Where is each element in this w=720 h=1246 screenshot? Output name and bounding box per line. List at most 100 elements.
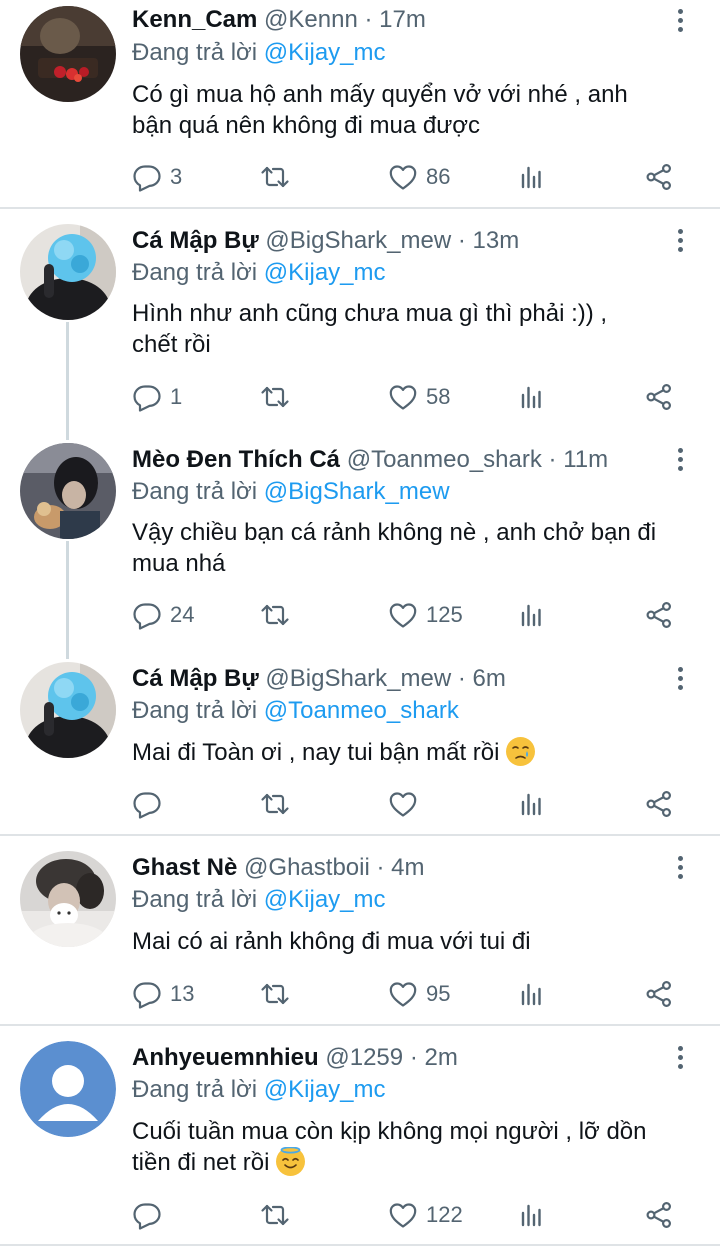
- heart-icon: [388, 979, 418, 1009]
- user-handle[interactable]: @Ghastboii: [244, 854, 370, 881]
- like-count: 86: [426, 164, 451, 189]
- replying-to-label: Đang trả lời: [132, 1076, 258, 1103]
- retweet-icon: [260, 979, 290, 1009]
- replying-to-handle[interactable]: @Kijay_mc: [264, 1076, 386, 1103]
- analytics-button[interactable]: [517, 1198, 547, 1232]
- analytics-button[interactable]: [517, 977, 547, 1011]
- reply-button[interactable]: [132, 1198, 170, 1232]
- display-name[interactable]: Ghast Nè: [132, 854, 237, 881]
- replying-to-label: Đang trả lời: [132, 697, 258, 724]
- replying-to-label: Đang trả lời: [132, 478, 258, 505]
- heart-icon: [388, 162, 418, 192]
- tweet[interactable]: Ghast Nè @Ghastboii · 4m Đang trả lời @K…: [0, 835, 720, 1024]
- retweet-icon: [260, 1200, 290, 1230]
- reply-count: 3: [170, 164, 183, 189]
- like-button[interactable]: [388, 787, 426, 821]
- user-handle[interactable]: @BigShark_mew: [265, 665, 451, 692]
- like-button[interactable]: 122: [388, 1198, 463, 1232]
- replying-to-handle[interactable]: @Toanmeo_shark: [264, 697, 459, 724]
- reply-count: 13: [170, 981, 195, 1006]
- divider: [0, 1244, 720, 1246]
- reply-icon: [132, 789, 162, 819]
- share-button[interactable]: [644, 977, 674, 1011]
- like-button[interactable]: 86: [388, 160, 450, 194]
- share-button[interactable]: [644, 1198, 674, 1232]
- timestamp[interactable]: 11m: [563, 446, 608, 473]
- reply-icon: [132, 382, 162, 412]
- tweet-actions: 122: [132, 1198, 692, 1232]
- timestamp[interactable]: 4m: [391, 854, 424, 881]
- user-handle[interactable]: @BigShark_mew: [265, 227, 451, 254]
- display-name[interactable]: Kenn_Cam: [132, 6, 257, 33]
- replying-to-handle[interactable]: @Kijay_mc: [264, 259, 386, 286]
- timestamp[interactable]: 2m: [424, 1044, 457, 1071]
- analytics-icon: [517, 979, 547, 1009]
- retweet-button[interactable]: [260, 380, 290, 414]
- avatar[interactable]: [20, 1041, 116, 1137]
- analytics-button[interactable]: [517, 380, 547, 414]
- replying-to-label: Đang trả lời: [132, 39, 258, 66]
- more-vertical-icon[interactable]: [670, 226, 690, 256]
- user-handle[interactable]: @Toanmeo_shark: [347, 446, 542, 473]
- analytics-button[interactable]: [517, 787, 547, 821]
- smiling-face-with-halo-emoji: [276, 1146, 306, 1176]
- analytics-button[interactable]: [517, 598, 547, 632]
- retweet-button[interactable]: [260, 160, 290, 194]
- separator-dot: ·: [364, 6, 373, 33]
- tweet[interactable]: Kenn_Cam @Kennn · 17m Đang trả lời @Kija…: [0, 0, 720, 208]
- like-button[interactable]: 125: [388, 598, 463, 632]
- avatar[interactable]: [20, 851, 116, 947]
- reply-button[interactable]: 24: [132, 598, 194, 632]
- retweet-icon: [260, 789, 290, 819]
- display-name[interactable]: Cá Mập Bự: [132, 665, 259, 692]
- timestamp[interactable]: 17m: [379, 6, 426, 33]
- reply-button[interactable]: 3: [132, 160, 182, 194]
- more-vertical-icon[interactable]: [670, 1043, 690, 1073]
- display-name[interactable]: Mèo Đen Thích Cá: [132, 446, 340, 473]
- tweet-actions: 24 125: [132, 598, 692, 632]
- separator-dot: ·: [457, 665, 466, 692]
- like-button[interactable]: 95: [388, 977, 450, 1011]
- display-name[interactable]: Cá Mập Bự: [132, 227, 259, 254]
- avatar[interactable]: [20, 443, 116, 539]
- avatar[interactable]: [20, 224, 116, 320]
- tweet-text: Cuối tuần mua còn kịp không mọi người , …: [132, 1118, 647, 1176]
- retweet-button[interactable]: [260, 598, 290, 632]
- tweet[interactable]: Cá Mập Bự @BigShark_mew · 6m Đang trả lờ…: [0, 646, 720, 834]
- retweet-button[interactable]: [260, 1198, 290, 1232]
- tweet[interactable]: Cá Mập Bự @BigShark_mew · 13m Đang trả l…: [0, 208, 720, 427]
- analytics-icon: [517, 789, 547, 819]
- more-vertical-icon[interactable]: [670, 445, 690, 475]
- like-button[interactable]: 58: [388, 380, 450, 414]
- analytics-button[interactable]: [517, 160, 547, 194]
- share-button[interactable]: [644, 380, 674, 414]
- tweet-text: Hình như anh cũng chưa mua gì thì phải :…: [132, 300, 608, 358]
- replying-to-handle[interactable]: @BigShark_mew: [264, 478, 450, 505]
- more-vertical-icon[interactable]: [670, 664, 690, 694]
- replying-to-handle[interactable]: @Kijay_mc: [264, 886, 386, 913]
- reply-button[interactable]: 1: [132, 380, 182, 414]
- retweet-button[interactable]: [260, 787, 290, 821]
- avatar[interactable]: [20, 662, 116, 758]
- avatar[interactable]: [20, 6, 116, 102]
- tweet[interactable]: Mèo Đen Thích Cá @Toanmeo_shark · 11m Đa…: [0, 427, 720, 646]
- tweet[interactable]: Anhyeuemnhieu @1259 · 2m Đang trả lời @K…: [0, 1025, 720, 1246]
- replying-to-handle[interactable]: @Kijay_mc: [264, 39, 386, 66]
- share-button[interactable]: [644, 598, 674, 632]
- analytics-icon: [517, 600, 547, 630]
- like-count: 95: [426, 981, 451, 1006]
- more-vertical-icon[interactable]: [670, 6, 690, 36]
- retweet-button[interactable]: [260, 977, 290, 1011]
- reply-button[interactable]: [132, 787, 170, 821]
- analytics-icon: [517, 1200, 547, 1230]
- user-handle[interactable]: @Kennn: [264, 6, 358, 33]
- more-vertical-icon[interactable]: [670, 853, 690, 883]
- display-name[interactable]: Anhyeuemnhieu: [132, 1044, 319, 1071]
- reply-button[interactable]: 13: [132, 977, 194, 1011]
- separator-dot: ·: [548, 446, 557, 473]
- timestamp[interactable]: 6m: [473, 665, 506, 692]
- timestamp[interactable]: 13m: [473, 227, 520, 254]
- share-button[interactable]: [644, 787, 674, 821]
- user-handle[interactable]: @1259: [325, 1044, 403, 1071]
- share-button[interactable]: [644, 160, 674, 194]
